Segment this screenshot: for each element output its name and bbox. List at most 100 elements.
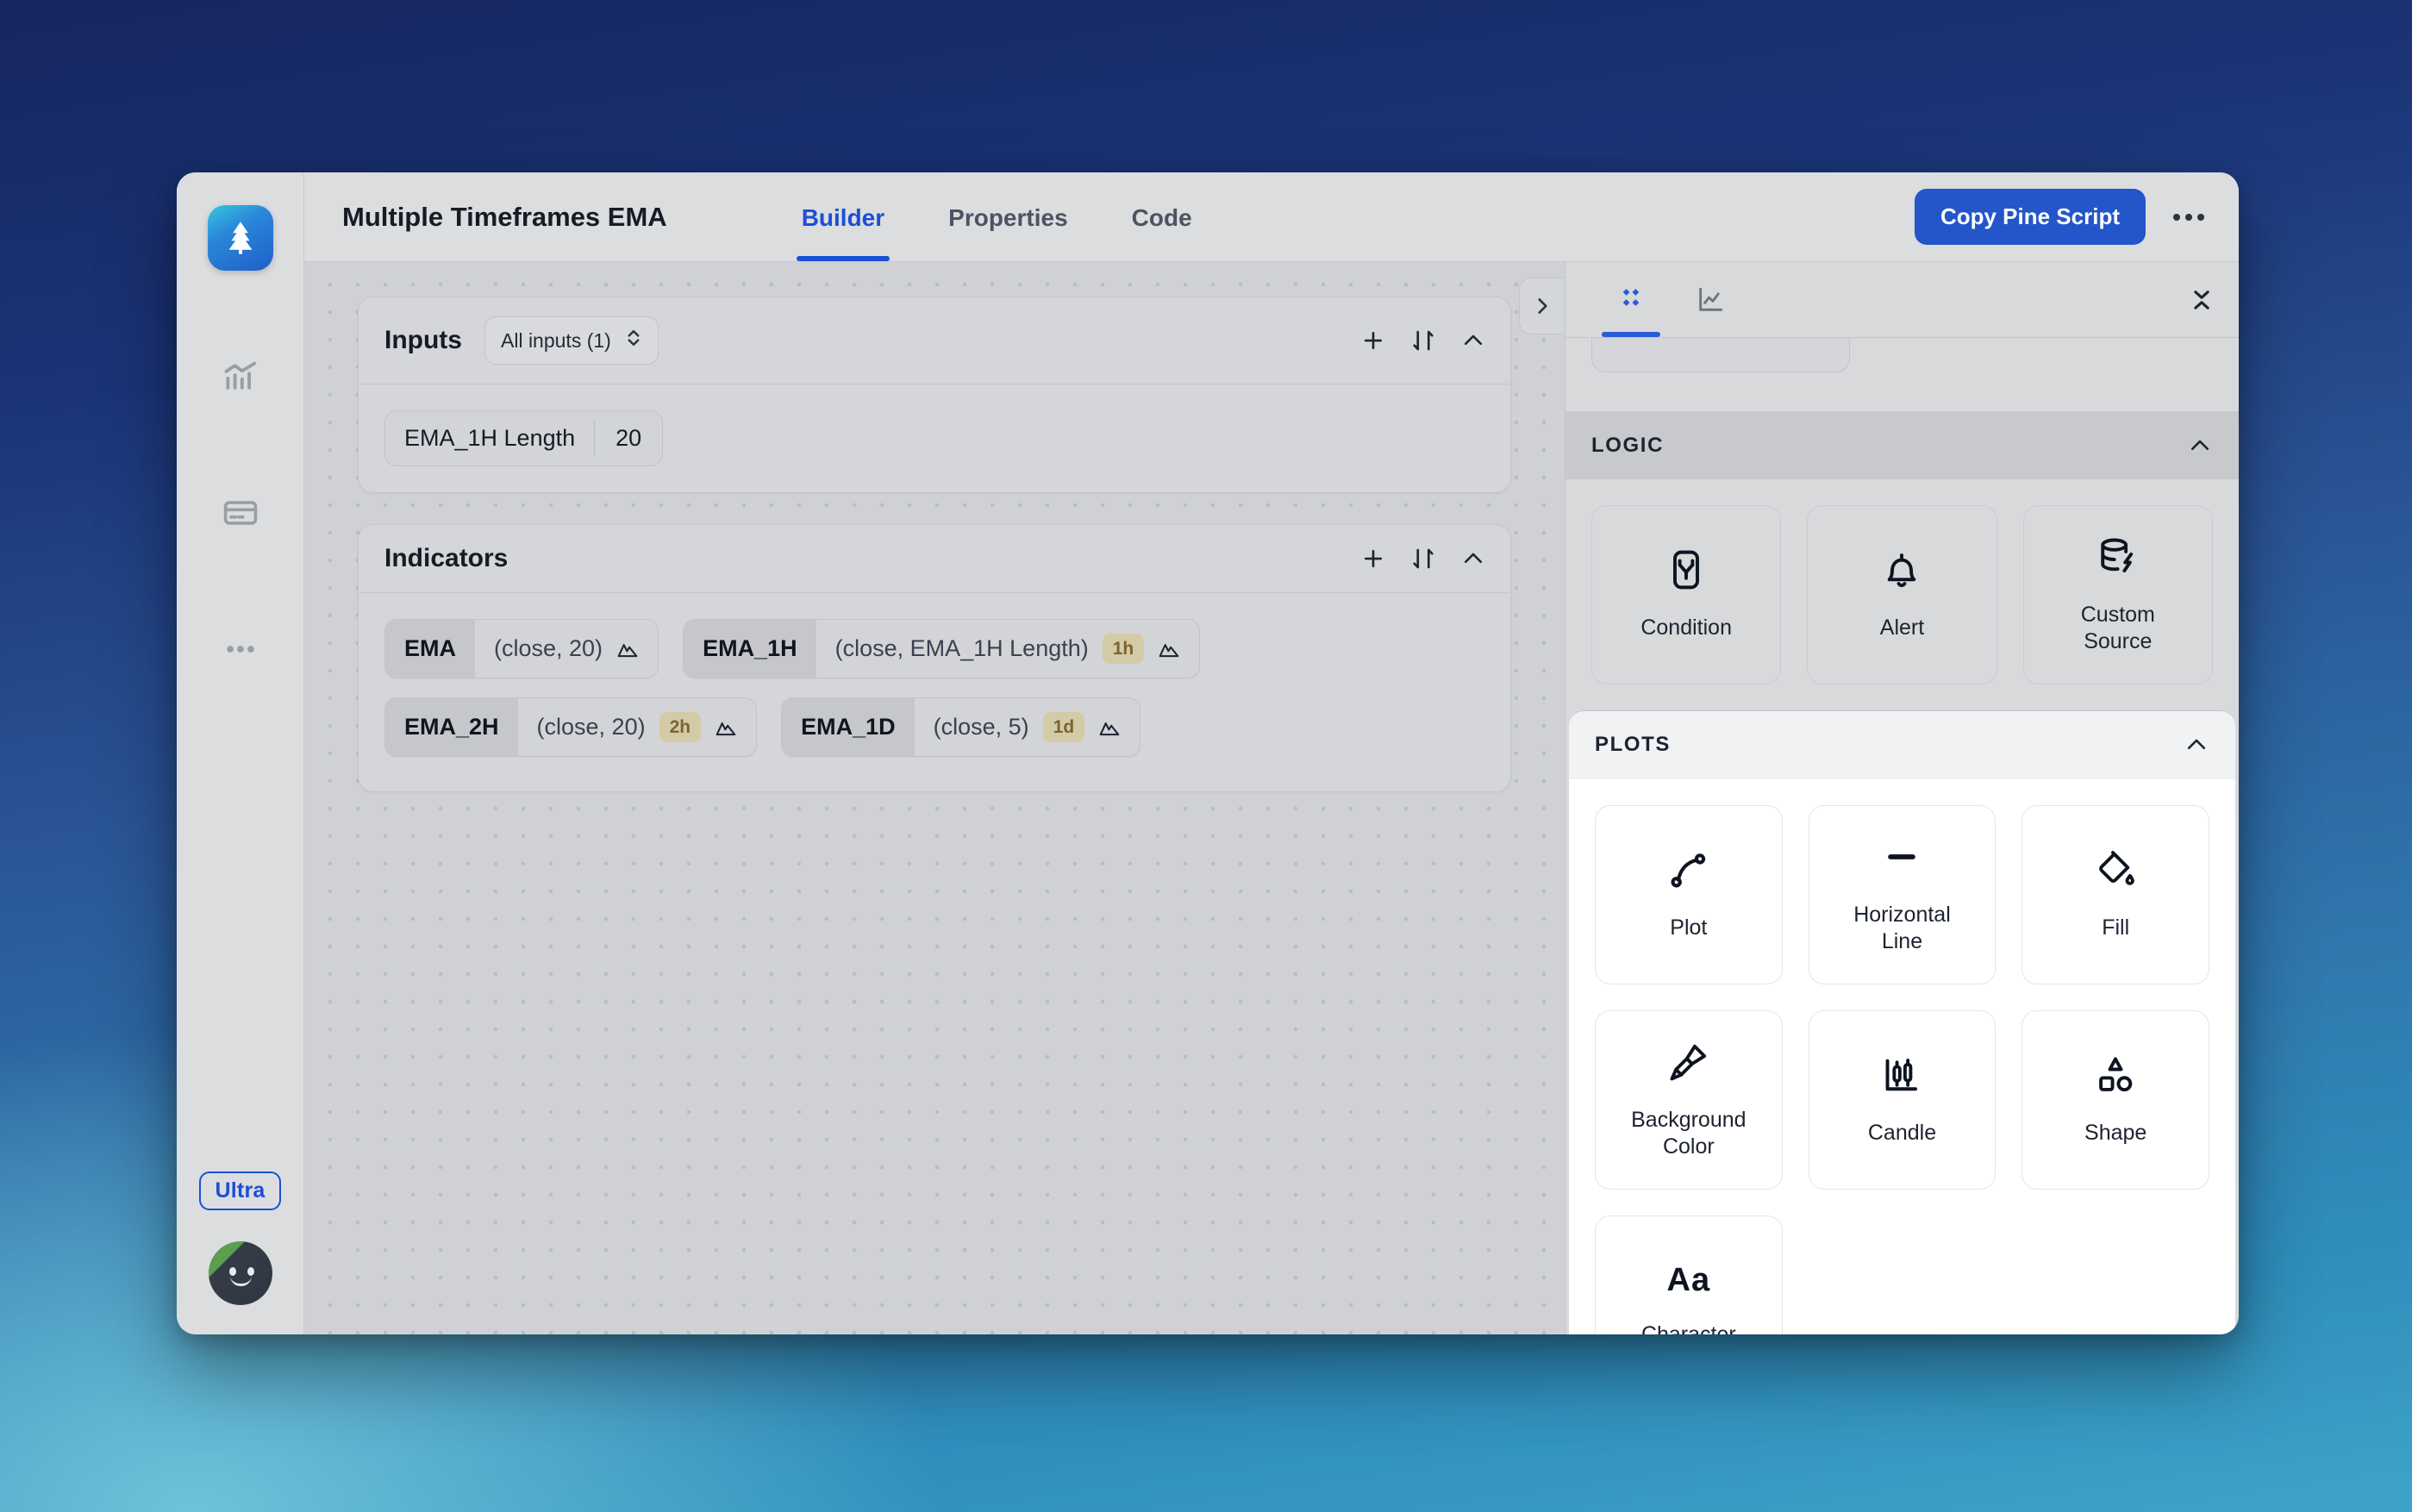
section-body-logic: Condition Alert Custom Source (1565, 479, 2239, 710)
tab-chart[interactable] (1671, 262, 1750, 337)
indicators-header-actions (1360, 546, 1486, 572)
section-header-logic[interactable]: LOGIC (1565, 412, 2239, 479)
section-header-plots[interactable]: PLOTS (1569, 711, 2235, 778)
avatar-eye-right (247, 1267, 254, 1276)
sidebar-item-more[interactable] (210, 619, 271, 679)
block-label: Horizontal Line (1853, 902, 1951, 953)
tab-blocks[interactable] (1591, 262, 1671, 337)
mountain-icon[interactable] (715, 716, 737, 739)
indicator-args-text: (close, EMA_1H Length) (834, 635, 1089, 661)
block-card-plot[interactable]: Plot (1595, 805, 1783, 984)
indicator-name: EMA_1D (782, 698, 915, 756)
block-label: Custom Source (2080, 602, 2155, 653)
indicators-section-header: Indicators (359, 525, 1510, 593)
collapse-icon[interactable] (1460, 546, 1486, 572)
page-title: Multiple Timeframes EMA (342, 201, 667, 232)
indicators-title: Indicators (384, 544, 509, 572)
mountain-icon[interactable] (1158, 638, 1180, 660)
chevron-up-icon[interactable] (2187, 433, 2213, 459)
add-icon[interactable] (1360, 328, 1386, 353)
block-card-background-color[interactable]: Background Color (1595, 1010, 1783, 1190)
bell-icon (1879, 547, 1924, 592)
indicator-args-text: (close, 20) (494, 635, 603, 661)
mountain-icon[interactable] (616, 638, 639, 660)
inputs-filter-select[interactable]: All inputs (1) (484, 316, 659, 365)
block-card-horizontal-line[interactable]: Horizontal Line (1808, 805, 1996, 984)
chevron-updown-icon (625, 327, 642, 354)
block-card-custom-source[interactable]: Custom Source (2022, 505, 2213, 684)
list-item[interactable]: EMA_1D (close, 5) 1d (781, 697, 1141, 757)
inputs-list: EMA_1H Length 20 (359, 384, 1510, 492)
plan-badge-ultra[interactable]: Ultra (198, 1171, 282, 1210)
indicators-section: Indicators EMA (close, 20) EMA_1H (close… (358, 524, 1511, 792)
avatar[interactable] (208, 1241, 272, 1305)
indicator-args-text: (close, 5) (933, 714, 1029, 740)
input-label: EMA_1H Length (404, 425, 576, 451)
collapse-all-icon[interactable] (2187, 285, 2216, 315)
ellipsis-icon[interactable] (2168, 197, 2209, 238)
inputs-title: Inputs (384, 326, 462, 354)
sidebar-item-analytics[interactable] (210, 347, 271, 407)
indicator-name: EMA (385, 620, 475, 678)
tab-code[interactable]: Code (1127, 173, 1197, 261)
block-label: Condition (1640, 615, 1732, 640)
input-value: 20 (615, 425, 642, 451)
indicator-args: (close, 5) 1d (915, 698, 1140, 756)
app-window: Ultra Multiple Timeframes EMA Builder Pr… (177, 172, 2239, 1334)
indicators-list: EMA (close, 20) EMA_1H (close, EMA_1H Le… (359, 593, 1510, 791)
body-split: Inputs All inputs (1) EMA_1H Length 20 I… (304, 262, 2239, 1334)
indicator-args: (close, 20) 2h (518, 698, 757, 756)
inputs-header-actions (1360, 328, 1486, 353)
plots-section: PLOTS Plot Horizontal Line Fill Backgrou… (1569, 710, 2235, 1334)
block-card-character[interactable]: Aa Character (1595, 1215, 1783, 1334)
section-title-logic: LOGIC (1591, 434, 1664, 457)
add-icon[interactable] (1360, 546, 1386, 572)
pine-tree-icon[interactable] (207, 205, 273, 271)
inputs-filter-label: All inputs (1) (501, 328, 611, 352)
block-card-condition[interactable]: Condition (1591, 505, 1782, 684)
tab-properties[interactable]: Properties (943, 173, 1073, 261)
inputs-section: Inputs All inputs (1) EMA_1H Length 20 (358, 297, 1511, 493)
database-bolt-icon (2096, 534, 2140, 579)
list-item[interactable]: EMA_1H (close, EMA_1H Length) 1h (683, 619, 1201, 678)
block-label: Candle (1867, 1121, 1937, 1146)
indicator-args: (close, 20) (475, 620, 658, 678)
list-item[interactable]: EMA_2H (close, 20) 2h (384, 697, 758, 757)
section-title-plots: PLOTS (1595, 733, 1672, 756)
timeframe-badge[interactable]: 1d (1042, 712, 1085, 742)
curve-plot-icon (1666, 847, 1711, 892)
shapes-icon (2093, 1053, 2138, 1097)
collapse-icon[interactable] (1460, 328, 1486, 353)
panel-tab-bar (1565, 262, 2239, 338)
block-card-alert[interactable]: Alert (1807, 505, 1997, 684)
timeframe-badge[interactable]: 1h (1102, 634, 1145, 664)
top-bar-actions: Copy Pine Script (1914, 189, 2209, 245)
mountain-icon[interactable] (1098, 716, 1121, 739)
aa-text-icon: Aa (1666, 1261, 1711, 1298)
indicator-name: EMA_2H (385, 698, 518, 756)
plots-head-wrap: PLOTS (1569, 711, 2235, 779)
paint-bucket-icon (2093, 847, 2138, 892)
list-item[interactable]: EMA_1H Length 20 (384, 410, 664, 466)
indicator-args-text: (close, 20) (536, 714, 646, 740)
sort-icon[interactable] (1410, 328, 1436, 353)
panel-scroll-area: LOGIC Condition Alert Custom Source PLOT… (1565, 338, 2239, 1334)
block-card-candle[interactable]: Candle (1808, 1010, 1996, 1190)
tab-builder[interactable]: Builder (796, 173, 890, 261)
sidebar-item-billing[interactable] (210, 483, 271, 543)
partial-card[interactable] (1591, 338, 1850, 372)
indicator-name: EMA_1H (684, 620, 816, 678)
chevron-up-icon[interactable] (2184, 732, 2209, 758)
branch-condition-icon (1664, 547, 1709, 592)
block-label: Shape (2084, 1121, 2147, 1146)
chevron-right-icon[interactable] (1519, 278, 1564, 334)
avatar-mouth (229, 1276, 252, 1286)
top-bar: Multiple Timeframes EMA Builder Properti… (304, 172, 2239, 262)
list-item[interactable]: EMA (close, 20) (384, 619, 659, 678)
block-card-fill[interactable]: Fill (2021, 805, 2209, 984)
copy-pine-script-button[interactable]: Copy Pine Script (1914, 189, 2146, 245)
timeframe-badge[interactable]: 2h (659, 712, 702, 742)
block-card-shape[interactable]: Shape (2021, 1010, 2209, 1190)
block-label: Alert (1879, 615, 1925, 640)
sort-icon[interactable] (1410, 546, 1436, 572)
